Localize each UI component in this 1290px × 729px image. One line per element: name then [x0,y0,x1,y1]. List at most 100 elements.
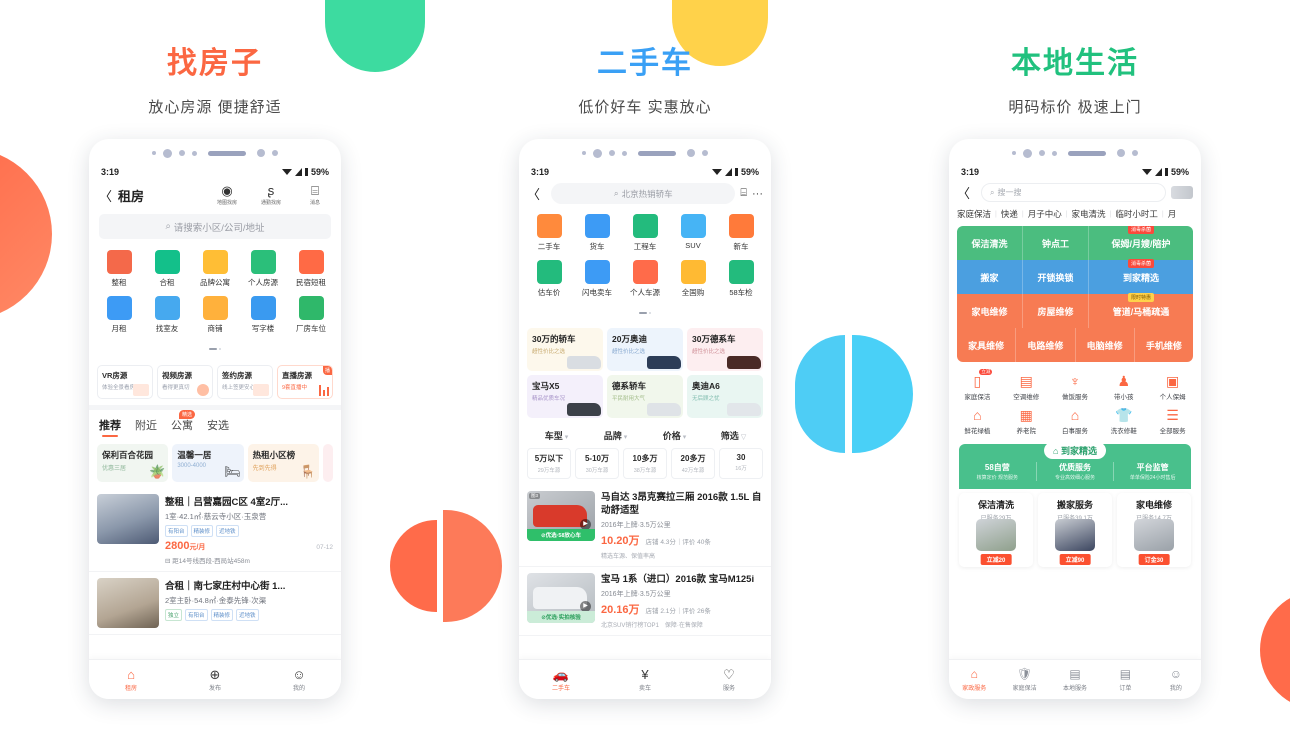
service-card-保洁清洗[interactable]: 保洁清洗已服务29万立减20 [959,493,1033,567]
tab-1[interactable]: 附近 [135,417,157,433]
category-item-2[interactable]: 工程车 [621,211,669,257]
service-icon-家庭保洁[interactable]: 立减 ▯ 家庭保洁 [953,369,1002,404]
service-cell-电脑维修[interactable]: 电脑维修 [1075,328,1135,362]
category-tab-月子中心[interactable]: 月子中心 [1028,208,1062,220]
bottom-nav-我的[interactable]: ☺ 我的 [1151,667,1201,692]
list-item[interactable]: ▶ ⊘优选·实拍核验 宝马 1系（进口）2016款 宝马M125i 2016年上… [519,567,771,636]
service-cell-保姆/月嫂/陪护[interactable]: 消毒杀菌 保姆/月嫂/陪护 [1089,226,1193,260]
bottom-nav-我的[interactable]: ☺ 我的 [257,667,341,692]
category-tab-家庭保洁[interactable]: 家庭保洁 [957,208,991,220]
service-icon-养老院[interactable]: ▦ 养老院 [1002,404,1051,438]
service-cell-家具维修[interactable]: 家具维修 [957,328,1017,362]
recommend-card-1[interactable]: 20万奥迪 超性价比之选 [607,328,683,371]
category-item-0[interactable]: 二手车 [525,211,573,257]
category-item-1[interactable]: 货车 [573,211,621,257]
service-cell-房屋维修[interactable]: 房屋维修 [1023,294,1089,328]
bottom-nav-发布[interactable]: ⊕ 发布 [173,667,257,692]
back-icon[interactable]: 〈 [527,184,540,203]
category-item-9[interactable]: 58车检 [717,257,765,303]
category-item-6[interactable]: 找室友 [143,293,191,339]
promo-card-3[interactable]: 播直播房源 9套直播中 [277,365,333,399]
category-tab-月[interactable]: 月 [1168,208,1177,220]
service-icon-带小孩[interactable]: ♟ 带小孩 [1099,370,1148,404]
service-icon-白事服务[interactable]: ⌂ 白事服务 [1051,404,1100,438]
recommend-card-0[interactable]: 30万的轿车 超性价比之选 [527,328,603,371]
price-chip-0[interactable]: 5万以下 29万车源 [527,448,571,479]
bottom-nav-本地服务[interactable]: ▤ 本地服务 [1050,667,1100,692]
carousel-dots[interactable] [89,340,341,358]
quick-chip-1[interactable]: 温馨一居 3000-4000 🛏 [172,444,244,482]
bottom-nav-家政服务[interactable]: ⌂ 家政服务 [949,667,999,692]
quick-chip-0[interactable]: 保利百合花园 优惠三居 🪴 [97,444,169,482]
bottom-nav-服务[interactable]: ♡ 服务 [687,667,771,692]
category-item-1[interactable]: 合租 [143,247,191,293]
recommend-card-5[interactable]: 奥迪A6 无后顾之忧 [687,375,763,418]
search-input[interactable]: ⌕ 请搜索小区/公司/地址 [99,214,331,239]
service-cell-手机维修[interactable]: 手机维修 [1134,328,1193,362]
tab-0[interactable]: 推荐 [99,417,121,433]
service-cell-电路维修[interactable]: 电路维修 [1016,328,1076,362]
promo-card-2[interactable]: 签约房源 线上签更安心 [217,365,273,399]
price-chip-1[interactable]: 5-10万 30万车源 [575,448,619,479]
service-card-家电维修[interactable]: 家电维修已服务14.7万订金30 [1117,493,1191,567]
filter-车型[interactable]: 车型 ▾ [527,429,586,442]
category-item-8[interactable]: 全国购 [669,257,717,303]
service-icon-全部服务[interactable]: ☰ 全部服务 [1148,404,1197,438]
message-button[interactable]: ⌸ 消息 [299,184,331,207]
service-cell-搬家[interactable]: 搬家 [957,260,1023,294]
service-icon-鲜花绿植[interactable]: ⌂ 鲜花绿植 [953,404,1002,438]
quick-chip-partial[interactable] [322,444,333,482]
service-cell-钟点工[interactable]: 钟点工 [1023,226,1089,260]
recommend-card-2[interactable]: 30万德系车 超性价比之选 [687,328,763,371]
service-cell-家电维修[interactable]: 家电维修 [957,294,1023,328]
tab-3[interactable]: 安选 [207,417,229,433]
category-item-5[interactable]: 月租 [95,293,143,339]
service-cell-开锁换锁[interactable]: 开锁换锁 [1023,260,1089,294]
filter-价格[interactable]: 价格 ▾ [645,429,704,442]
list-item[interactable]: 合租｜南七家庄村中心街 1... 2室主卧·54.8㎡·金泰先锋·次渠 独立 有… [89,572,341,635]
recommend-card-4[interactable]: 德系轿车 平民耐用大气 [607,375,683,418]
category-item-6[interactable]: 闪电卖车 [573,257,621,303]
filter-筛选[interactable]: 筛选 ▽ [704,429,763,442]
category-item-3[interactable]: SUV [669,211,717,257]
category-item-5[interactable]: 估车价 [525,257,573,303]
category-item-9[interactable]: 厂房车位 [287,293,335,339]
category-item-4[interactable]: 民宿短租 [287,247,335,293]
carousel-dots[interactable] [519,304,771,322]
search-input[interactable]: ⌕ 搜一搜 [981,183,1166,202]
price-chip-3[interactable]: 20多万 42万车源 [671,448,715,479]
back-icon[interactable]: 〈 [99,186,112,205]
recommend-card-3[interactable]: 宝马X5 精品优质车况 [527,375,603,418]
filter-品牌[interactable]: 品牌 ▾ [586,429,645,442]
category-item-7[interactable]: 个人车源 [621,257,669,303]
category-item-4[interactable]: 新车 [717,211,765,257]
category-item-2[interactable]: 品牌公寓 [191,247,239,293]
category-tab-快递[interactable]: 快递 [1001,208,1018,220]
quick-chip-2[interactable]: 热租小区榜 先到先得 🪑 [247,444,319,482]
list-item[interactable]: 图3 ▶ ⊘优选·58放心车 马自达 3昂克赛拉三厢 2016款 1.5L 自动… [519,485,771,567]
service-cell-到家精选[interactable]: 消毒杀菌 到家精选 [1089,259,1193,294]
category-tab-家电清洗[interactable]: 家电清洗 [1072,208,1106,220]
category-tab-临时小时工[interactable]: 临时小时工 [1115,208,1158,220]
map-find-house-button[interactable]: ◉ 地图找房 [211,184,243,207]
category-item-0[interactable]: 整租 [95,247,143,293]
avatar[interactable] [1171,186,1193,199]
category-item-3[interactable]: 个人房源 [239,247,287,293]
more-icon[interactable]: ··· [752,188,763,200]
service-cell-管道/马桶疏通[interactable]: 限时特惠 管道/马桶疏通 [1089,293,1193,328]
price-chip-2[interactable]: 10多万 38万车源 [623,448,667,479]
list-item[interactable]: 整租｜吕营嘉园C区 4室2厅... 1室·42.1㎡·慈云寺小区·玉泉营 有阳台… [89,488,341,572]
bottom-nav-二手车[interactable]: 🚗 二手车 [519,667,603,692]
promo-card-0[interactable]: VR房源 体验全景看房 [97,365,153,399]
service-icon-空调维修[interactable]: ▤ 空调维修 [1002,370,1051,404]
category-item-7[interactable]: 商铺 [191,293,239,339]
bottom-nav-卖车[interactable]: ¥ 卖车 [603,667,687,692]
bottom-nav-租房[interactable]: ⌂ 租房 [89,667,173,692]
promo-card-1[interactable]: 视频房源 看得更真切 [157,365,213,399]
back-icon[interactable]: 〈 [957,183,970,202]
category-item-8[interactable]: 写字楼 [239,293,287,339]
service-icon-做饭服务[interactable]: ♆ 做饭服务 [1051,370,1100,404]
bottom-nav-家庭保洁[interactable]: 🛡 家庭保洁 [999,667,1049,692]
search-input[interactable]: ⌕ 北京热销轿车 [551,183,736,204]
commute-find-house-button[interactable]: ʂ 通勤找房 [255,184,287,207]
